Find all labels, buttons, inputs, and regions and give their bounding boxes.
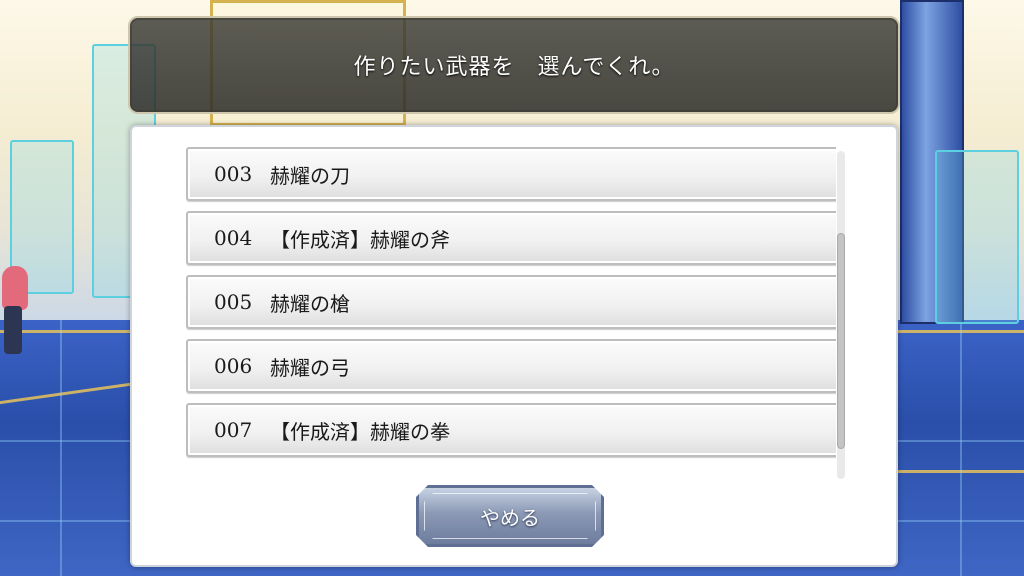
list-scrollbar[interactable] [837, 151, 845, 479]
weapon-number: 004 [214, 226, 253, 250]
weapon-list-item[interactable]: 007 【作成済】赫耀の拳 [186, 403, 836, 457]
cancel-button-label: やめる [480, 505, 540, 530]
weapon-list[interactable]: 003 赫耀の刀 004 【作成済】赫耀の斧 005 赫耀の槍 006 赫耀の弓… [186, 147, 836, 477]
hologram-panel-right [935, 150, 1019, 324]
weapon-number: 003 [214, 162, 253, 186]
weapon-list-item[interactable]: 006 赫耀の弓 [186, 339, 836, 393]
weapon-list-item[interactable]: 004 【作成済】赫耀の斧 [186, 211, 836, 265]
weapon-number: 006 [214, 354, 253, 378]
weapon-name: 赫耀の弓 [270, 355, 350, 380]
dialog-prompt: 作りたい武器を 選んでくれ。 [353, 55, 675, 80]
weapon-list-item[interactable]: 003 赫耀の刀 [186, 147, 836, 201]
weapon-name: 【作成済】赫耀の拳 [270, 419, 450, 444]
character-sprite [0, 266, 28, 356]
weapon-name: 赫耀の刀 [270, 163, 350, 188]
weapon-number: 005 [214, 290, 253, 314]
cancel-button[interactable]: やめる [416, 485, 604, 547]
weapon-name: 【作成済】赫耀の斧 [270, 227, 450, 252]
weapon-number: 007 [214, 418, 253, 442]
scrollbar-thumb[interactable] [837, 233, 845, 449]
weapon-name: 赫耀の槍 [270, 291, 350, 316]
message-bar: 作りたい武器を 選んでくれ。 [128, 16, 900, 114]
weapon-list-item[interactable]: 005 赫耀の槍 [186, 275, 836, 329]
weapon-select-panel: 003 赫耀の刀 004 【作成済】赫耀の斧 005 赫耀の槍 006 赫耀の弓… [130, 125, 898, 567]
